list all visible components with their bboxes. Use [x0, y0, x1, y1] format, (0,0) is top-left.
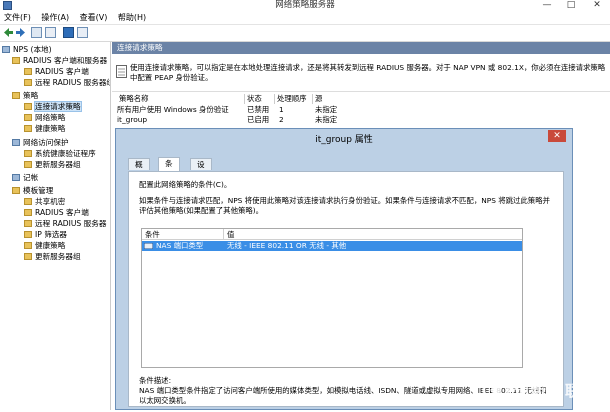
tree-item-network-policies[interactable]: 网络策略: [24, 112, 65, 123]
condition-description-label: 条件描述:: [139, 376, 172, 385]
accounting-icon: [12, 174, 20, 181]
tab-conditions[interactable]: 条件: [158, 157, 180, 180]
menu-view[interactable]: 查看(V): [80, 11, 108, 24]
minimize-button[interactable]: —: [538, 0, 556, 10]
folder-icon: [24, 68, 32, 75]
tree-item-ip-filters[interactable]: IP 筛选器: [24, 229, 67, 240]
column-header-status[interactable]: 状态: [245, 94, 275, 104]
row-name: 所有用户使用 Windows 身份验证: [117, 105, 229, 114]
folder-icon: [24, 103, 32, 110]
properties-icon[interactable]: [45, 27, 56, 38]
conditions-table: 条件 值 NAS 端口类型 无线 - IEEE 802.11 OR 无线 - 其…: [141, 228, 523, 368]
tree-item-template-health-policies[interactable]: 健康策略: [24, 240, 65, 251]
window-titlebar: 网络策略服务器 — □ ✕: [0, 0, 610, 11]
table-row[interactable]: 所有用户使用 Windows 身份验证 已禁用 1 未指定: [117, 105, 352, 115]
maximize-button[interactable]: □: [562, 0, 580, 10]
tree-item-templates[interactable]: 模板管理: [12, 185, 53, 196]
folder-icon: [24, 161, 32, 168]
close-button[interactable]: ✕: [588, 0, 606, 10]
dialog-title: it_group 属性: [315, 135, 373, 145]
condition-row[interactable]: NAS 端口类型 无线 - IEEE 802.11 OR 无线 - 其他: [142, 241, 522, 251]
column-header-order[interactable]: 处理顺序: [275, 94, 313, 104]
menu-action[interactable]: 操作(A): [41, 11, 69, 24]
tree-item-health-policies[interactable]: 健康策略: [24, 123, 65, 134]
condition-value: 无线 - IEEE 802.11 OR 无线 - 其他: [227, 241, 347, 250]
forward-arrow-icon[interactable]: [15, 27, 26, 38]
tree-item-remote-radius-groups[interactable]: 远程 RADIUS 服务器组: [24, 77, 110, 88]
tree-item-nps-local[interactable]: NPS (本地): [2, 44, 52, 55]
back-arrow-icon[interactable]: [3, 27, 14, 38]
tree-item-nap[interactable]: 网络访问保护: [12, 137, 69, 148]
tree-item-template-update-server-groups[interactable]: 更新服务器组: [24, 251, 81, 262]
tree-item-radius-clients-servers[interactable]: RADIUS 客户端和服务器: [12, 55, 107, 66]
row-name: it_group: [117, 115, 148, 124]
folder-icon: [24, 242, 32, 249]
folder-icon: [24, 114, 32, 121]
folder-icon: [24, 150, 32, 157]
watermark-text: 创新互联: [514, 382, 583, 400]
row-order: 2: [279, 115, 284, 124]
column-header-source[interactable]: 源: [313, 94, 349, 104]
show-hide-tree-icon[interactable]: [31, 27, 42, 38]
folder-icon: [24, 79, 32, 86]
folder-icon: [12, 92, 20, 99]
column-header-value[interactable]: 值: [224, 229, 522, 240]
folder-icon: [24, 198, 32, 205]
row-status: 已禁用: [247, 105, 270, 114]
shield-icon: [12, 139, 20, 146]
menu-file[interactable]: 文件(F): [4, 11, 31, 24]
menu-help[interactable]: 帮助(H): [118, 11, 146, 24]
tab-overview[interactable]: 概述: [128, 158, 150, 181]
tab-settings[interactable]: 设置: [190, 158, 212, 181]
menu-bar: 文件(F) 操作(A) 查看(V) 帮助(H): [0, 11, 610, 25]
row-order: 1: [279, 105, 284, 114]
navigation-tree: NPS (本地) RADIUS 客户端和服务器 RADIUS 客户端 远程 RA…: [0, 42, 111, 410]
row-source: 未指定: [315, 105, 338, 114]
tree-item-shared-secrets[interactable]: 共享机密: [24, 196, 65, 207]
watermark-logo: 创新互联: [478, 368, 610, 410]
condition-name: NAS 端口类型: [156, 241, 204, 250]
tree-item-connection-request-policies[interactable]: 连接请求策略: [24, 101, 82, 112]
tree-item-update-server-groups[interactable]: 更新服务器组: [24, 159, 81, 170]
folder-icon: [24, 209, 32, 216]
folder-icon: [12, 187, 20, 194]
server-icon: [2, 46, 10, 53]
conditions-explanation: 如果条件与连接请求匹配，NPS 将使用此策略对该连接请求执行身份验证。如果条件与…: [139, 196, 550, 215]
window-title: 网络策略服务器: [275, 0, 335, 10]
table-row[interactable]: it_group 已启用 2 未指定: [117, 115, 352, 125]
tree-item-radius-clients[interactable]: RADIUS 客户端: [24, 66, 89, 77]
dialog-close-button[interactable]: ✕: [548, 130, 566, 142]
column-header-name[interactable]: 策略名称: [117, 94, 245, 104]
tree-item-template-radius-clients[interactable]: RADIUS 客户端: [24, 207, 89, 218]
description-box: 使用连接请求策略，可以指定是在本地处理连接请求，还是将其转发到远程 RADIUS…: [112, 55, 610, 92]
network-icon: [144, 243, 153, 249]
column-header-condition[interactable]: 条件: [142, 229, 224, 240]
help-icon[interactable]: [63, 27, 74, 38]
tree-item-shv[interactable]: 系统健康验证程序: [24, 148, 96, 159]
folder-icon: [12, 57, 20, 64]
conditions-intro: 配置此网络策略的条件(C)。: [139, 180, 232, 189]
row-status: 已启用: [247, 115, 270, 124]
toolbar: [0, 25, 610, 42]
document-icon: [116, 65, 127, 78]
policy-description: 使用连接请求策略，可以指定是在本地处理连接请求，还是将其转发到远程 RADIUS…: [130, 63, 606, 82]
pane-header: 连接请求策略: [112, 42, 610, 54]
folder-icon: [24, 125, 32, 132]
console-icon[interactable]: [77, 27, 88, 38]
folder-icon: [24, 220, 32, 227]
tree-item-template-remote-radius[interactable]: 远程 RADIUS 服务器: [24, 218, 106, 229]
tree-item-policies[interactable]: 策略: [12, 90, 38, 101]
row-source: 未指定: [315, 115, 338, 124]
folder-icon: [24, 231, 32, 238]
tree-item-accounting[interactable]: 记帐: [12, 172, 38, 183]
folder-icon: [24, 253, 32, 260]
